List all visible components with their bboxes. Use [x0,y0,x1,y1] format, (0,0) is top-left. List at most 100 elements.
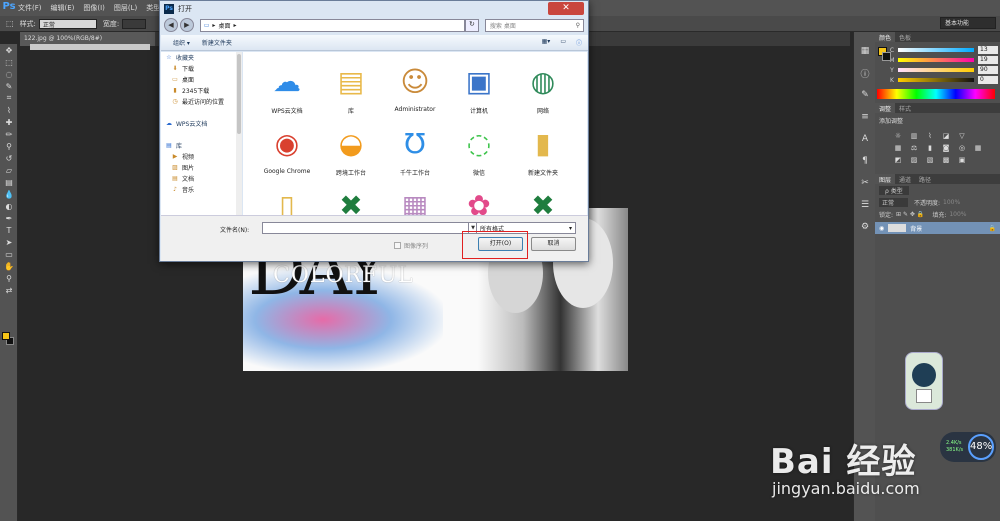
file-item[interactable]: ✿ [449,180,509,216]
file-item[interactable]: ▦ [385,180,445,216]
tab-channels[interactable]: 通道 [895,174,915,184]
quick-select-icon[interactable]: ✎ [0,80,18,92]
file-item[interactable]: ✖ [321,180,381,216]
file-item[interactable]: ◒ 跨境工作台 [321,118,381,180]
character-icon[interactable]: A [854,128,876,150]
crop-tool-icon[interactable]: ⌗ [0,92,18,104]
menu-edit[interactable]: 编辑(E) [51,3,75,13]
tab-color[interactable]: 颜色 [875,32,896,42]
value-c[interactable]: 13 [978,46,998,54]
nav-item[interactable]: ◷ 最近访问的位置 [161,96,240,107]
forward-button[interactable]: ▶ [179,18,194,32]
cancel-button[interactable]: 取消 [531,237,576,251]
selective-color-icon[interactable]: ▣ [957,156,967,164]
file-item[interactable]: ◍ 网络 [513,56,573,118]
checkbox-box[interactable] [394,242,401,249]
nav-item[interactable]: ▨ 图片 [161,162,240,173]
nav-item[interactable]: ▤ 库 [161,140,240,151]
bw-icon[interactable]: ▮ [925,144,935,152]
lasso-tool-icon[interactable]: ◌ [0,68,18,80]
pen-tool-icon[interactable]: ✒ [0,212,18,224]
file-item[interactable]: ▣ 计算机 [449,56,509,118]
value-m[interactable]: 19 [978,56,998,64]
file-item[interactable]: ▤ 库 [321,56,381,118]
tab-layers[interactable]: 图层 [875,174,896,184]
nav-item[interactable]: ☁ WPS云文档 [161,118,240,129]
refresh-button[interactable]: ↻ [465,18,479,32]
nav-item[interactable]: ☆ 收藏夹 [161,52,240,63]
type-tool-icon[interactable]: T [0,224,18,236]
help-icon[interactable]: ⓘ [576,38,582,47]
nav-item[interactable]: ▤ 文档 [161,173,240,184]
dodge-tool-icon[interactable]: ◐ [0,200,18,212]
new-folder-button[interactable]: 新建文件夹 [202,38,232,47]
layer-kind-filter[interactable]: ρ 类型 [879,185,909,195]
workspace-select[interactable]: 基本功能 [940,17,996,29]
eyedropper-icon[interactable]: ⌇ [0,104,18,116]
menu-file[interactable]: 文件(F) [18,3,42,13]
visibility-eye-icon[interactable]: ◉ [879,225,884,232]
hue-icon[interactable]: ▦ [893,144,903,152]
style-select[interactable]: 正常 [38,18,97,29]
file-item[interactable]: ☺ Administrator [385,56,445,118]
history-icon[interactable]: ▦ [854,40,876,62]
view-options-icon[interactable]: ▦▾ [542,38,551,47]
nav-item[interactable]: ▶ 视频 [161,151,240,162]
file-item[interactable]: ▯ [257,180,317,216]
slider-k[interactable] [898,78,974,82]
threshold-icon[interactable]: ▧ [925,156,935,164]
lock-icons[interactable]: ⊞ ✎ ✥ 🔒 [896,211,924,218]
file-item[interactable]: ◌ 微信 [449,118,509,180]
address-bar[interactable]: ▭ ▸ 桌面 ▸ [199,18,466,32]
layer-row-background[interactable]: ◉ 背景 🔒 [875,222,1000,234]
mixer-icon[interactable]: ◎ [957,144,967,152]
eraser-icon[interactable]: ▱ [0,164,18,176]
curves-icon[interactable]: ⌇ [925,132,935,140]
menu-layer[interactable]: 图层(L) [114,3,137,13]
slider-y[interactable] [898,68,974,72]
mascot-widget[interactable] [905,352,943,410]
value-y[interactable]: 90 [978,66,998,74]
fill-value[interactable]: 100% [949,211,966,218]
file-item[interactable]: ✖ [513,180,573,216]
file-item[interactable]: Ʊ 千牛工作台 [385,118,445,180]
clone-stamp-icon[interactable]: ⚲ [0,140,18,152]
tab-swatches[interactable]: 色板 [895,32,915,42]
tab-styles[interactable]: 样式 [895,103,915,113]
file-item[interactable]: ☁ WPS云文档 [257,56,317,118]
filename-input[interactable] [262,222,470,234]
blend-mode-select[interactable]: 正常 [879,197,909,207]
levels-icon[interactable]: ▥ [909,132,919,140]
tools-preset-icon[interactable]: ✂ [854,172,876,194]
paragraph-icon[interactable]: ¶ [854,150,876,172]
invert-icon[interactable]: ◩ [893,156,903,164]
nav-item[interactable]: ▮ 2345下载 [161,85,240,96]
opacity-value[interactable]: 100% [943,199,960,206]
foreground-color-swatch[interactable] [2,332,10,340]
nav-scrollbar[interactable] [236,52,242,215]
back-button[interactable]: ◀ [164,18,178,32]
slider-c[interactable] [898,48,974,52]
search-input[interactable]: 搜索 桌面 ⚲ [484,18,584,32]
posterize-icon[interactable]: ▨ [909,156,919,164]
width-input[interactable] [122,18,147,29]
organize-button[interactable]: 组织 ▾ [173,38,190,47]
file-item[interactable]: ◉ Google Chrome [257,118,317,180]
brightness-icon[interactable]: ☼ [893,132,903,140]
slider-m[interactable] [898,58,974,62]
close-button[interactable]: ✕ [548,2,584,15]
marquee-tool-icon[interactable]: ⬚ [0,56,18,68]
balance-icon[interactable]: ⚖ [909,144,919,152]
healing-brush-icon[interactable]: ✚ [0,116,18,128]
hand-tool-icon[interactable]: ✋ [0,260,18,272]
gradient-map-icon[interactable]: ▩ [941,156,951,164]
swap-colors-icon[interactable]: ⇄ [0,284,18,296]
menu-image[interactable]: 图像(I) [83,3,105,13]
image-sequence-checkbox[interactable]: 图像序列 [394,241,428,250]
brush-panel-icon[interactable]: ✎ [854,84,876,106]
marquee-tool-icon[interactable]: ⬚ [6,19,14,28]
nav-item[interactable]: ▭ 桌面 [161,74,240,85]
layer-comps-icon[interactable]: ☰ [854,194,876,216]
tab-adjustments[interactable]: 调整 [875,103,896,113]
brush-tool-icon[interactable]: ✏ [0,128,18,140]
